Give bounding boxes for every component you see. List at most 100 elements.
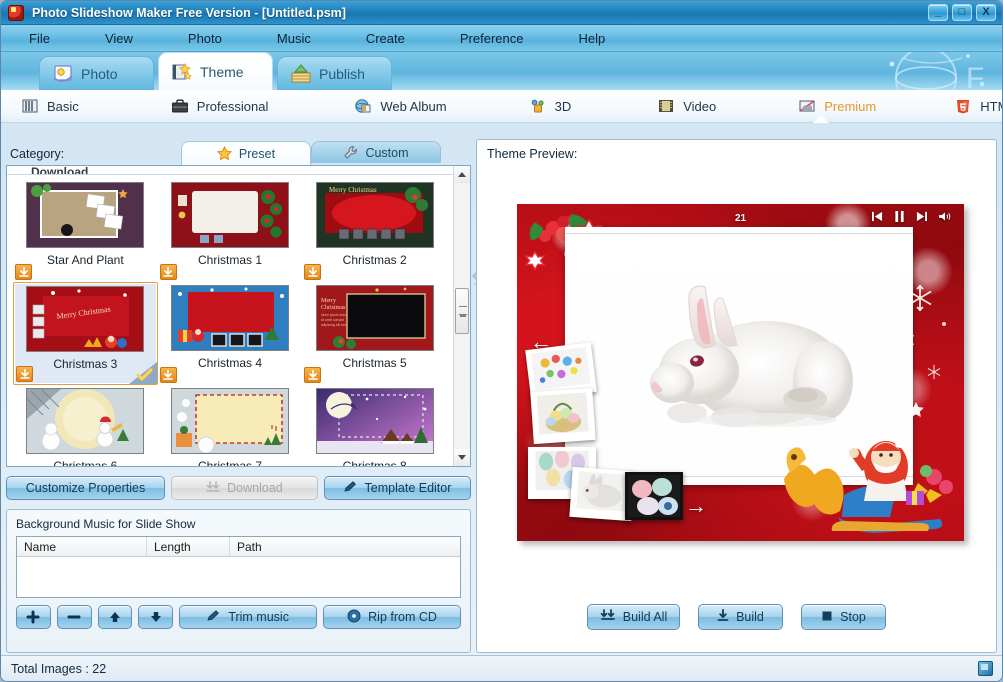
subtab-html5[interactable]: HTML5 (944, 91, 1002, 121)
theme-item[interactable]: Christmas 1 (158, 179, 303, 282)
background-music-title: Background Music for Slide Show (16, 517, 196, 531)
subtab-web-album[interactable]: Web Album (344, 91, 456, 121)
menu-item-photo[interactable]: Photo (178, 29, 232, 48)
svg-text:Merry Christmas: Merry Christmas (329, 186, 377, 194)
download-badge[interactable] (16, 366, 33, 382)
subtab-video-label: Video (683, 98, 717, 114)
theme-item-selected[interactable]: Merry Christmas Christmas 3 (13, 282, 158, 385)
download-badge[interactable] (304, 264, 322, 280)
scroll-up-button[interactable] (454, 166, 470, 183)
pause-icon[interactable] (894, 211, 905, 225)
download-badge[interactable] (159, 367, 177, 383)
down-arrow-icon (717, 609, 729, 625)
add-music-button[interactable] (16, 605, 51, 629)
menu-item-help[interactable]: Help (568, 29, 615, 48)
rip-from-cd-button[interactable]: Rip from CD (323, 605, 461, 629)
theme-thumbnail (26, 182, 145, 248)
minus-icon (67, 615, 81, 619)
theme-preview-xmas7 (171, 389, 288, 453)
menu-item-create[interactable]: Create (356, 29, 415, 48)
main-tab-bar: Photo Theme Publish F (1, 52, 1002, 90)
filmstrip-thumbnail[interactable] (530, 387, 596, 445)
volume-icon[interactable] (938, 211, 952, 225)
theme-item[interactable]: Merry Christmas lorem ipsum dolor sit ame… (302, 282, 447, 385)
subtab-premium[interactable]: Premium (788, 91, 886, 121)
menu-item-music[interactable]: Music (267, 29, 321, 48)
move-down-button[interactable] (138, 605, 174, 629)
trim-music-label: Trim music (228, 610, 289, 624)
window-title: Photo Slideshow Maker Free Version - [Un… (32, 5, 346, 20)
basic-icon (21, 98, 39, 114)
theme-browser-pane: Category: Preset Custom Download Star An… (6, 139, 482, 653)
move-up-button[interactable] (97, 605, 133, 629)
theme-preview-xmas3: Merry Christmas (27, 287, 144, 351)
theme-item[interactable]: Christmas 4 (158, 282, 303, 385)
download-badge[interactable] (159, 264, 177, 280)
subtab-professional[interactable]: Professional (161, 91, 279, 121)
theme-item[interactable]: Christmas 8 (302, 385, 447, 466)
player-controls (871, 211, 952, 225)
column-header-name[interactable]: Name (17, 537, 147, 556)
theme-name: Christmas 8 (342, 459, 407, 466)
menu-item-preference[interactable]: Preference (450, 29, 534, 48)
close-button[interactable]: X (976, 4, 996, 21)
category-tab-preset-label: Preset (238, 146, 276, 161)
tab-publish[interactable]: Publish (277, 56, 392, 90)
double-down-arrow-icon (600, 609, 616, 625)
download-badge[interactable] (15, 264, 32, 280)
remove-music-button[interactable] (56, 605, 92, 629)
resize-grip-icon[interactable] (978, 661, 993, 676)
music-table-body[interactable] (17, 557, 460, 597)
column-header-path[interactable]: Path (230, 537, 460, 556)
theme-preview-xmas2: Merry Christmas (316, 183, 433, 247)
theme-list-scrollbar[interactable] (453, 166, 470, 466)
theme-item[interactable]: Christmas 7 (158, 385, 303, 466)
theme-preview-label: Theme Preview: (487, 147, 578, 161)
stop-button[interactable]: Stop (801, 604, 886, 630)
scrollbar-thumb[interactable] (455, 288, 469, 334)
theme-action-buttons: Customize Properties Download Template E… (6, 473, 471, 503)
theme-item[interactable]: Merry Christmas Christmas 2 (302, 179, 447, 282)
menu-item-file[interactable]: File (19, 29, 60, 48)
tab-theme[interactable]: Theme (158, 52, 273, 90)
next-icon[interactable] (915, 211, 928, 225)
subtab-video[interactable]: Video (647, 91, 726, 121)
next-slide-arrow[interactable]: → (685, 495, 707, 517)
menu-item-view[interactable]: View (95, 29, 143, 48)
subtab-3d[interactable]: 3D (519, 91, 582, 121)
theme-preview-xmas4 (171, 286, 288, 350)
subtab-basic[interactable]: Basic (11, 91, 89, 121)
tab-photo[interactable]: Photo (39, 56, 154, 90)
theme-icon (171, 62, 193, 82)
filmstrip-thumbnail[interactable] (625, 472, 683, 520)
thumb-candy-beads (530, 346, 591, 391)
svg-text:F: F (966, 62, 984, 90)
music-toolbar: Trim music Rip from CD (16, 605, 461, 629)
download-button[interactable]: Download (170, 476, 318, 500)
category-tab-custom[interactable]: Custom (311, 141, 441, 163)
music-table-header: Name Length Path (17, 537, 460, 557)
rip-from-cd-label: Rip from CD (368, 610, 437, 624)
build-button[interactable]: Build (698, 604, 783, 630)
music-table[interactable]: Name Length Path (16, 536, 461, 598)
theme-item[interactable]: Star And Plant (13, 179, 158, 282)
customize-properties-button[interactable]: Customize Properties (6, 476, 165, 500)
column-header-length[interactable]: Length (147, 537, 230, 556)
category-tab-preset[interactable]: Preset (181, 141, 311, 165)
decorative-globe-graphic: F (889, 52, 984, 90)
build-all-button[interactable]: Build All (587, 604, 680, 630)
previous-icon[interactable] (871, 211, 884, 225)
minimize-button[interactable]: _ (928, 4, 948, 21)
theme-name: Christmas 1 (197, 253, 262, 267)
window-controls: _ □ X (928, 4, 996, 21)
scroll-down-button[interactable] (454, 449, 470, 466)
slideshow-preview-stage[interactable]: 21 ← → (517, 204, 964, 541)
download-badge[interactable] (304, 367, 322, 383)
download-section-header: Download (7, 166, 453, 175)
application-window: Photo Slideshow Maker Free Version - [Un… (0, 0, 1003, 682)
template-editor-button[interactable]: Template Editor (323, 476, 471, 500)
theme-preview-xmas6 (27, 389, 144, 453)
trim-music-button[interactable]: Trim music (179, 605, 318, 629)
maximize-button[interactable]: □ (952, 4, 972, 21)
theme-item[interactable]: Christmas 6 (13, 385, 158, 466)
